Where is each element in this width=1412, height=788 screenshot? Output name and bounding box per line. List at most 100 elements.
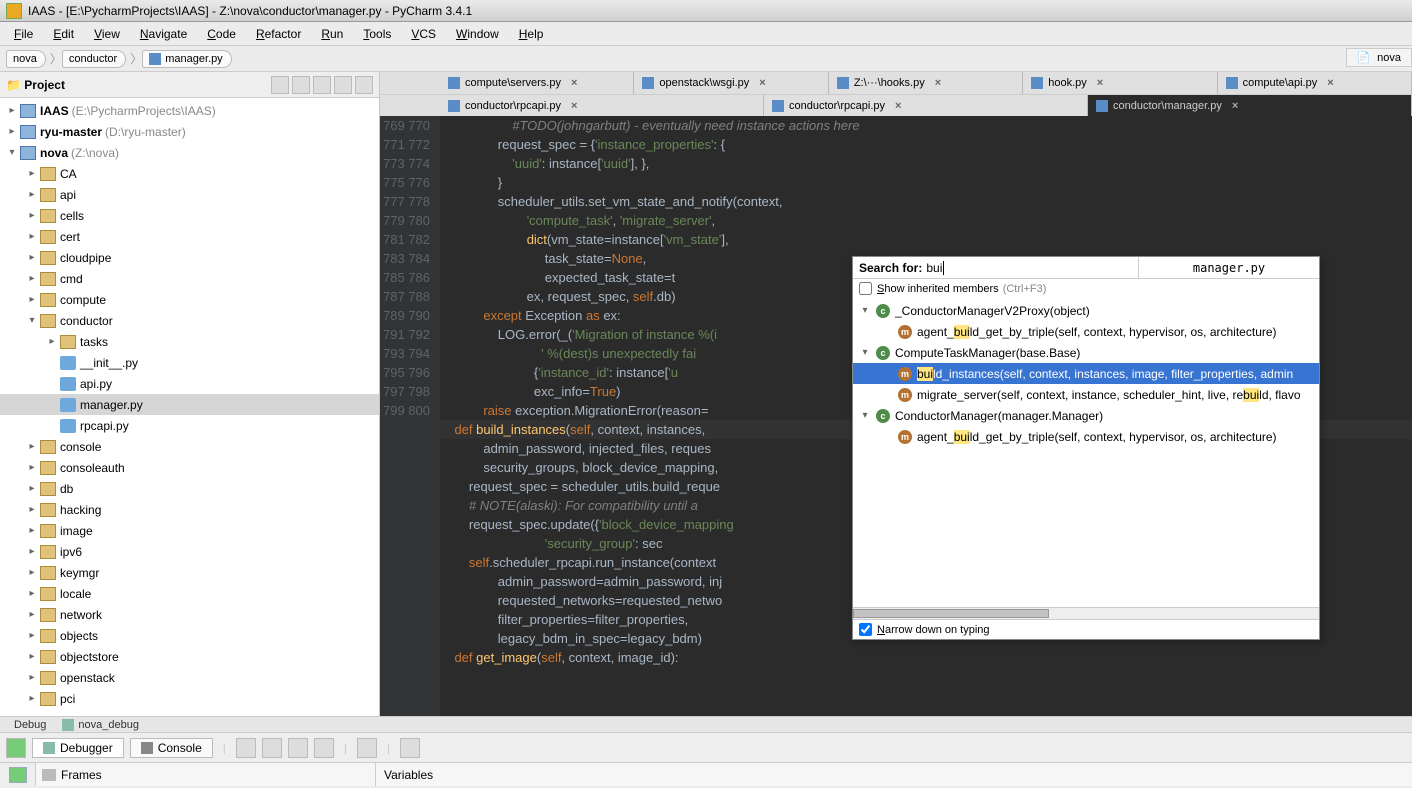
- menu-tools[interactable]: Tools: [355, 25, 399, 43]
- tree-node[interactable]: ▸cells: [0, 205, 379, 226]
- run-to-cursor-button[interactable]: [314, 738, 334, 758]
- tree-node[interactable]: ▸openstack: [0, 667, 379, 688]
- evaluate-button[interactable]: [357, 738, 377, 758]
- step-over-button[interactable]: [236, 738, 256, 758]
- close-icon[interactable]: ×: [1327, 77, 1333, 89]
- right-nav-tab[interactable]: 📄 nova: [1346, 48, 1412, 67]
- tree-node[interactable]: ▸hacking: [0, 499, 379, 520]
- console-tab[interactable]: Console: [130, 738, 213, 758]
- tree-node[interactable]: ▾nova (Z:\nova): [0, 142, 379, 163]
- sidebar-btn-3[interactable]: [313, 76, 331, 94]
- bottom-tool-tabs[interactable]: Debugnova_debug: [0, 716, 1412, 732]
- tree-node[interactable]: ▸image: [0, 520, 379, 541]
- inherited-checkbox[interactable]: [859, 282, 872, 295]
- crumb-1[interactable]: conductor: [62, 50, 126, 68]
- popup-narrow-checkbox[interactable]: Narrow down on typing: [853, 619, 1319, 639]
- close-icon[interactable]: ×: [1232, 100, 1238, 112]
- close-icon[interactable]: ×: [571, 77, 577, 89]
- popup-node[interactable]: mmigrate_server(self, context, instance,…: [853, 384, 1319, 405]
- close-icon[interactable]: ×: [895, 100, 901, 112]
- popup-node[interactable]: magent_build_get_by_triple(self, context…: [853, 426, 1319, 447]
- menubar[interactable]: FileEditViewNavigateCodeRefactorRunTools…: [0, 22, 1412, 46]
- debugger-tab[interactable]: Debugger: [32, 738, 124, 758]
- sidebar-btn-5[interactable]: [355, 76, 373, 94]
- tree-node[interactable]: ▸cert: [0, 226, 379, 247]
- tree-node[interactable]: ▸tasks: [0, 331, 379, 352]
- menu-refactor[interactable]: Refactor: [248, 25, 309, 43]
- editor-tab[interactable]: conductor\rpcapi.py×: [764, 95, 1088, 116]
- tree-node[interactable]: ▸keymgr: [0, 562, 379, 583]
- popup-node[interactable]: magent_build_get_by_triple(self, context…: [853, 321, 1319, 342]
- tree-node[interactable]: ▸IAAS (E:\PycharmProjects\IAAS): [0, 100, 379, 121]
- tree-node[interactable]: __init__.py: [0, 352, 379, 373]
- tree-node[interactable]: ▸objectstore: [0, 646, 379, 667]
- tree-node[interactable]: ▸network: [0, 604, 379, 625]
- close-icon[interactable]: ×: [759, 77, 765, 89]
- tree-node[interactable]: ▸cloudpipe: [0, 247, 379, 268]
- tree-node[interactable]: ▸locale: [0, 583, 379, 604]
- bottom-tab-nova_debug[interactable]: nova_debug: [54, 719, 147, 731]
- tree-node[interactable]: ▸ipv6: [0, 541, 379, 562]
- narrow-checkbox[interactable]: [859, 623, 872, 636]
- popup-inherited-checkbox[interactable]: Show inherited members (Ctrl+F3): [853, 279, 1319, 298]
- sidebar-btn-1[interactable]: [271, 76, 289, 94]
- close-icon[interactable]: ×: [1097, 77, 1103, 89]
- menu-run[interactable]: Run: [313, 25, 351, 43]
- tree-node[interactable]: ▸objects: [0, 625, 379, 646]
- tree-node[interactable]: manager.py: [0, 394, 379, 415]
- popup-search-field[interactable]: Search for: bui: [853, 257, 1139, 278]
- close-icon[interactable]: ×: [935, 77, 941, 89]
- tree-node[interactable]: ▸db: [0, 478, 379, 499]
- debug-rerun-button[interactable]: [6, 738, 26, 758]
- editor-tab[interactable]: compute\servers.py×: [440, 72, 634, 94]
- close-icon[interactable]: ×: [571, 100, 577, 112]
- editor-tab[interactable]: conductor\rpcapi.py×: [440, 95, 764, 116]
- step-out-button[interactable]: [288, 738, 308, 758]
- tree-node[interactable]: ▸ryu-master (D:\ryu-master): [0, 121, 379, 142]
- editor-tab[interactable]: openstack\wsgi.py×: [634, 72, 828, 94]
- tree-node[interactable]: api.py: [0, 373, 379, 394]
- tree-node[interactable]: ▸api: [0, 184, 379, 205]
- project-tree[interactable]: ▸IAAS (E:\PycharmProjects\IAAS)▸ryu-mast…: [0, 98, 379, 716]
- variables-pane[interactable]: Variables: [376, 763, 1412, 786]
- crumb-2[interactable]: manager.py: [142, 50, 231, 68]
- frames-pane[interactable]: Frames: [36, 763, 376, 786]
- tree-node[interactable]: ▸CA: [0, 163, 379, 184]
- tree-node[interactable]: rpcapi.py: [0, 415, 379, 436]
- menu-edit[interactable]: Edit: [45, 25, 82, 43]
- menu-navigate[interactable]: Navigate: [132, 25, 195, 43]
- menu-file[interactable]: File: [6, 25, 41, 43]
- project-panel-title[interactable]: 📁 Project: [6, 78, 65, 92]
- popup-h-scrollbar[interactable]: [853, 607, 1319, 619]
- sidebar-btn-2[interactable]: [292, 76, 310, 94]
- editor-tab[interactable]: conductor\manager.py×: [1088, 95, 1412, 116]
- tree-node[interactable]: ▸consoleauth: [0, 457, 379, 478]
- popup-node[interactable]: ▾cComputeTaskManager(base.Base): [853, 342, 1319, 363]
- popup-node[interactable]: mbuild_instances(self, context, instance…: [853, 363, 1319, 384]
- tree-node[interactable]: ▸pci: [0, 688, 379, 709]
- bottom-tab-debug[interactable]: Debug: [6, 719, 54, 731]
- editor-tab[interactable]: compute\api.py×: [1218, 72, 1412, 94]
- crumb-0[interactable]: nova: [6, 50, 46, 68]
- menu-help[interactable]: Help: [511, 25, 552, 43]
- editor-tab[interactable]: hook.py×: [1023, 72, 1217, 94]
- menu-vcs[interactable]: VCS: [403, 25, 444, 43]
- menu-view[interactable]: View: [86, 25, 128, 43]
- tree-node[interactable]: ▸compute: [0, 289, 379, 310]
- tree-node[interactable]: ▾conductor: [0, 310, 379, 331]
- sidebar-btn-4[interactable]: [334, 76, 352, 94]
- popup-node[interactable]: ▾c_ConductorManagerV2Proxy(object): [853, 300, 1319, 321]
- debug-more-button[interactable]: [400, 738, 420, 758]
- popup-node[interactable]: ▾cConductorManager(manager.Manager): [853, 405, 1319, 426]
- tree-node[interactable]: ▸cmd: [0, 268, 379, 289]
- menu-code[interactable]: Code: [199, 25, 244, 43]
- menu-window[interactable]: Window: [448, 25, 507, 43]
- step-into-button[interactable]: [262, 738, 282, 758]
- popup-results-tree[interactable]: ▾c_ConductorManagerV2Proxy(object)magent…: [853, 298, 1319, 607]
- tree-node[interactable]: ▸console: [0, 436, 379, 457]
- editor-tab[interactable]: Z:\···\hooks.py×: [829, 72, 1023, 94]
- debug-side-buttons[interactable]: [0, 763, 36, 786]
- editor-tabs-row1[interactable]: compute\servers.py×openstack\wsgi.py×Z:\…: [380, 72, 1412, 94]
- editor-tabs-row2[interactable]: conductor\rpcapi.py×conductor\rpcapi.py×…: [380, 94, 1412, 116]
- debug-resume-button[interactable]: [9, 767, 27, 783]
